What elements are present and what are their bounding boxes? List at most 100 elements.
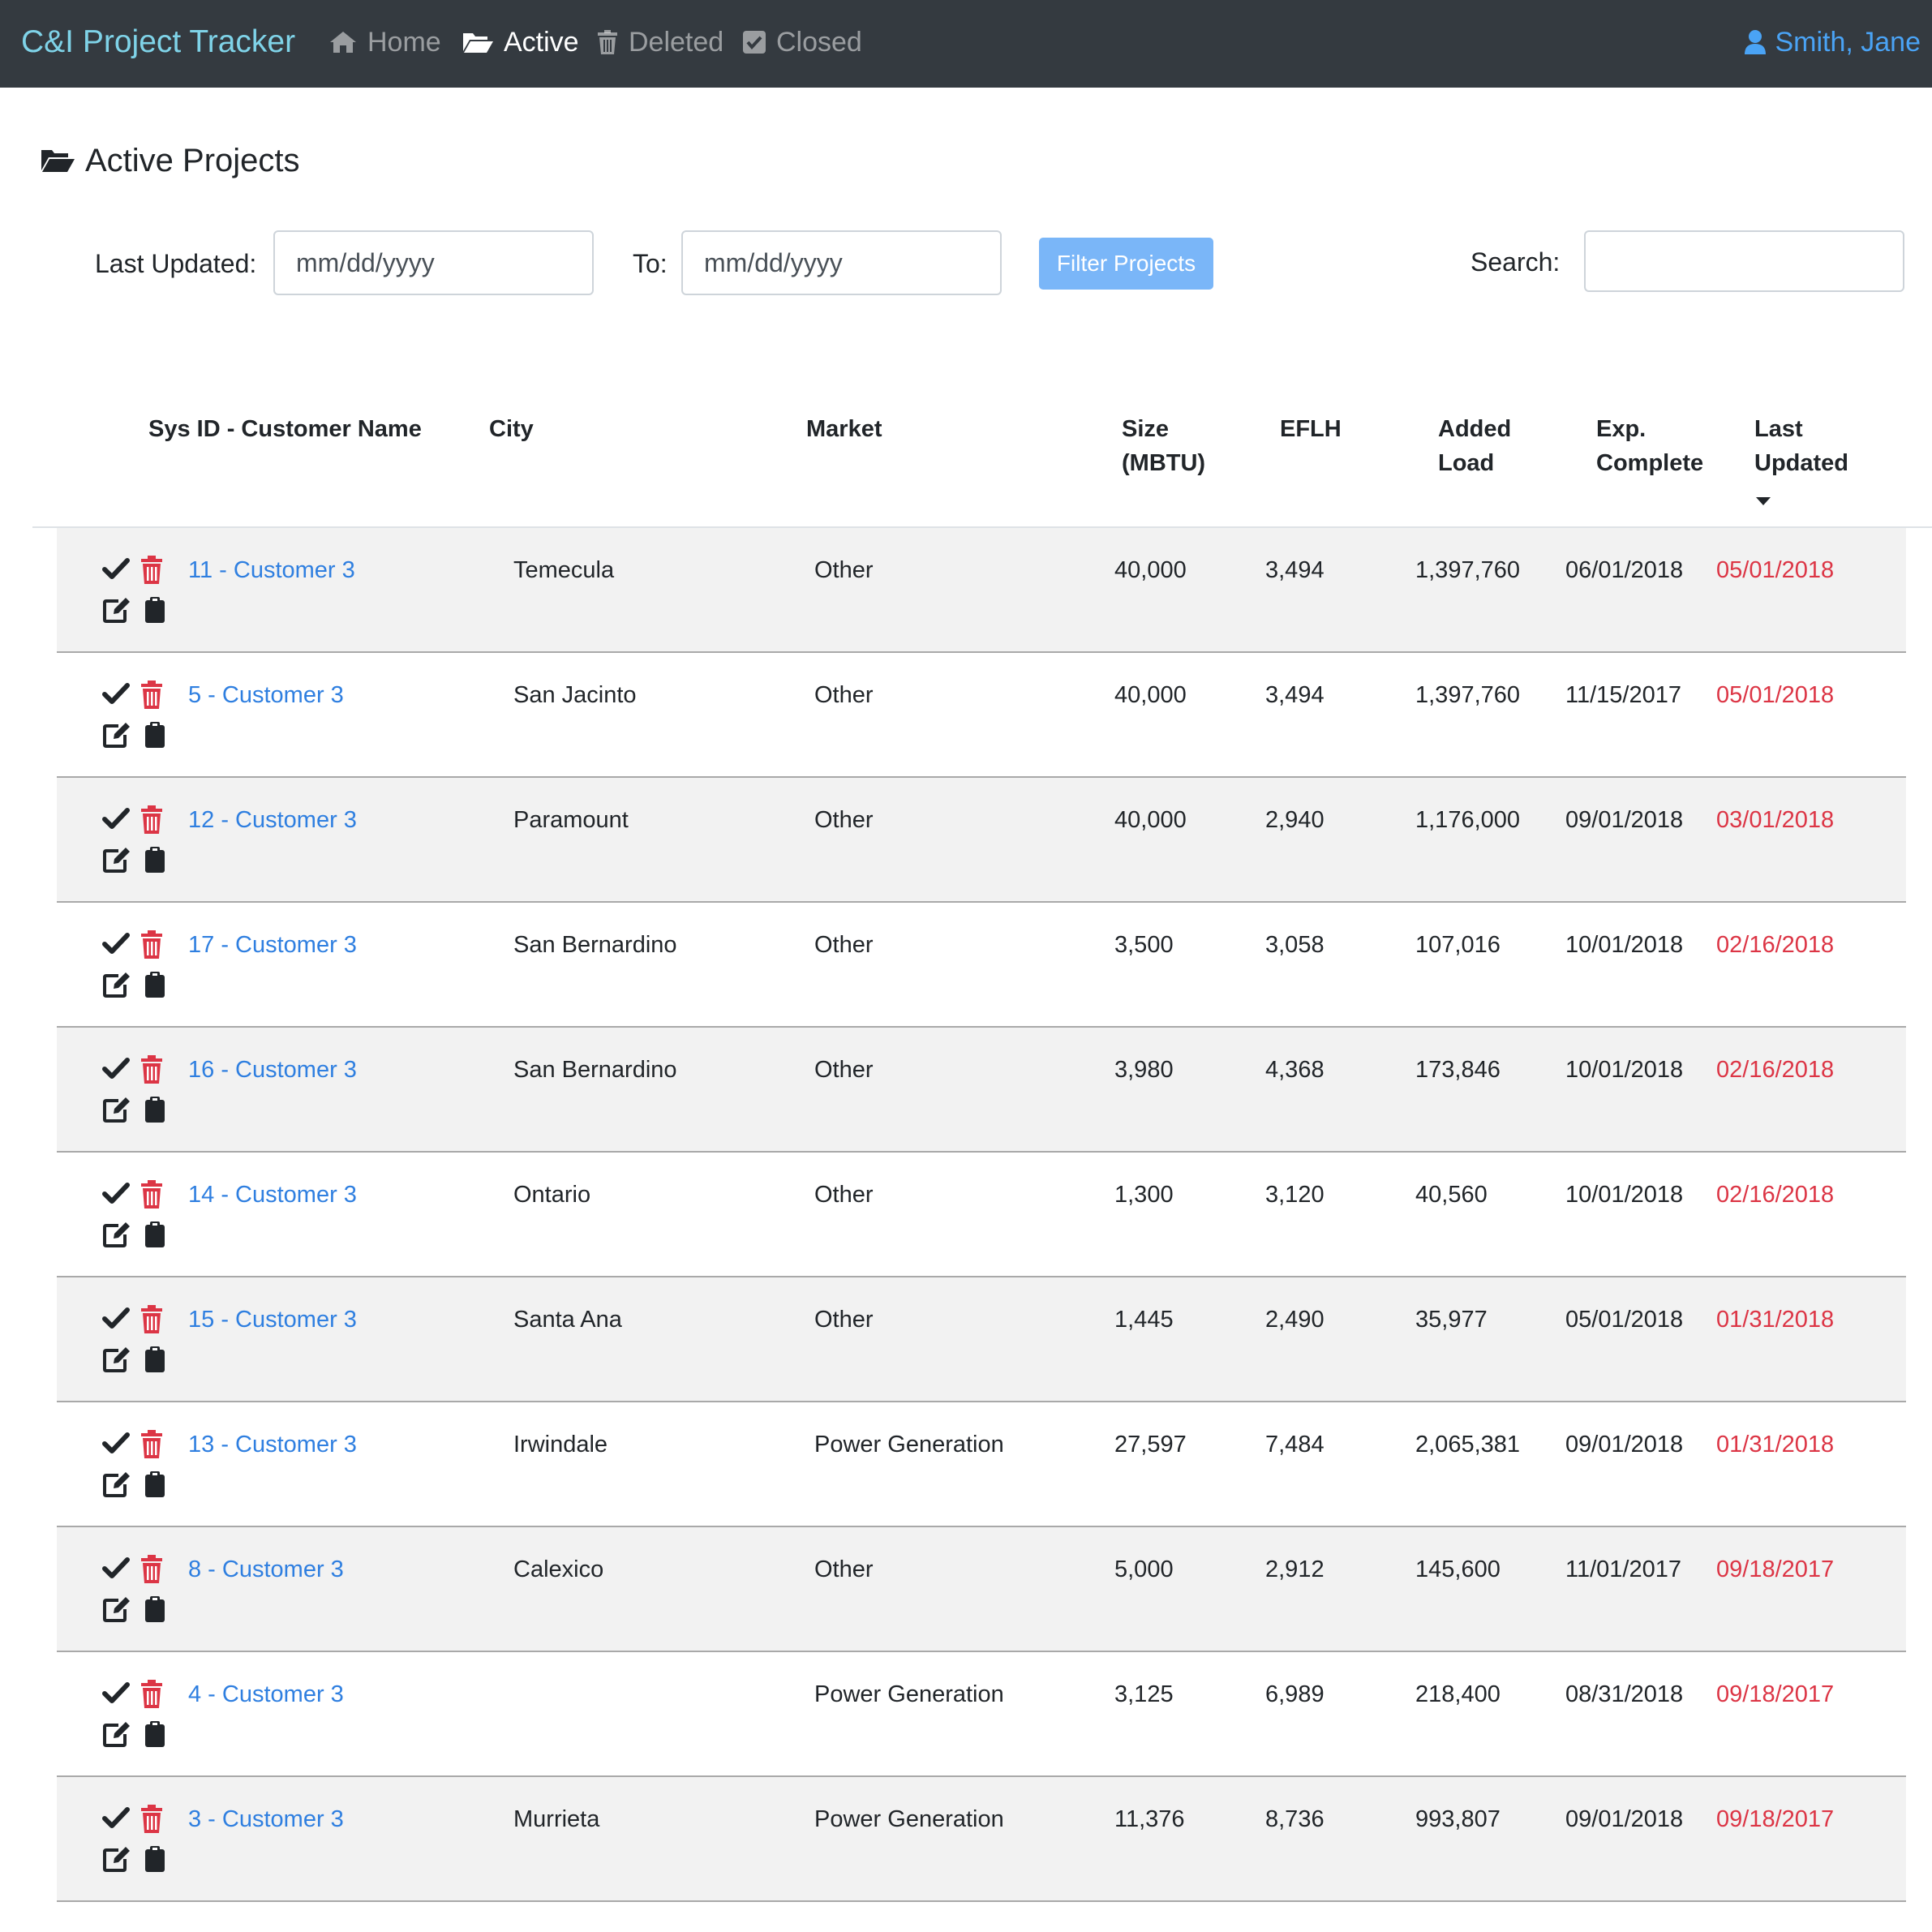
trash-icon[interactable] bbox=[140, 1305, 164, 1334]
search-input[interactable] bbox=[1584, 230, 1904, 292]
trash-icon[interactable] bbox=[140, 805, 164, 835]
edit-icon[interactable] bbox=[102, 1221, 131, 1248]
header-line: Sys ID - Customer Name bbox=[148, 416, 422, 442]
edit-icon[interactable] bbox=[102, 1346, 131, 1373]
customer-name-link[interactable]: 15 - Customer 3 bbox=[188, 1303, 357, 1336]
table-row: 3 - Customer 3 Murrieta Power Generation 11… bbox=[57, 1777, 1906, 1902]
clipboard-icon[interactable] bbox=[144, 1845, 165, 1873]
nav-deleted[interactable]: Deleted bbox=[596, 21, 723, 63]
city-cell: San Bernardino bbox=[513, 1057, 677, 1083]
exp-complete-cell: 06/01/2018 bbox=[1565, 557, 1684, 583]
header-last-updated[interactable]: Last Updated bbox=[1754, 412, 1848, 480]
sort-caret-icon[interactable] bbox=[1756, 497, 1771, 505]
header-market[interactable]: Market bbox=[806, 412, 882, 446]
trash-icon[interactable] bbox=[140, 680, 164, 710]
clipboard-icon[interactable] bbox=[144, 1470, 165, 1498]
header-sys-id-customer-name[interactable]: Sys ID - Customer Name bbox=[148, 412, 422, 446]
navbar: C&I Project Tracker Home Active Deleted … bbox=[0, 0, 1932, 88]
check-icon[interactable] bbox=[102, 1556, 130, 1581]
last-updated-cell: 05/01/2018 bbox=[1716, 557, 1835, 583]
date-from-input[interactable] bbox=[273, 230, 594, 295]
edit-icon[interactable] bbox=[102, 1845, 131, 1873]
customer-name-link[interactable]: 3 - Customer 3 bbox=[188, 1803, 344, 1835]
customer-name-link[interactable]: 12 - Customer 3 bbox=[188, 804, 357, 836]
eflh-cell: 3,058 bbox=[1265, 932, 1324, 958]
clipboard-icon[interactable] bbox=[144, 971, 165, 998]
clipboard-icon[interactable] bbox=[144, 1595, 165, 1623]
user-menu[interactable]: Smith, Jane bbox=[1744, 21, 1921, 63]
check-icon[interactable] bbox=[102, 1307, 130, 1331]
check-icon[interactable] bbox=[102, 557, 130, 582]
edit-icon[interactable] bbox=[102, 1096, 131, 1123]
header-size[interactable]: Size (MBTU) bbox=[1122, 412, 1205, 480]
check-icon[interactable] bbox=[102, 1432, 130, 1456]
edit-icon[interactable] bbox=[102, 596, 131, 624]
customer-name-link[interactable]: 11 - Customer 3 bbox=[188, 554, 355, 586]
customer-name-link[interactable]: 17 - Customer 3 bbox=[188, 929, 357, 961]
check-icon[interactable] bbox=[102, 682, 130, 706]
eflh-cell: 2,912 bbox=[1265, 1556, 1324, 1582]
filter-projects-button[interactable]: Filter Projects bbox=[1039, 238, 1213, 290]
edit-icon[interactable] bbox=[102, 1470, 131, 1498]
customer-name-link[interactable]: 4 - Customer 3 bbox=[188, 1678, 344, 1711]
trash-icon[interactable] bbox=[140, 930, 164, 960]
trash-icon[interactable] bbox=[140, 1180, 164, 1209]
last-updated-cell: 02/16/2018 bbox=[1716, 1182, 1835, 1208]
check-icon[interactable] bbox=[102, 932, 130, 956]
trash-icon[interactable] bbox=[140, 1430, 164, 1459]
edit-icon[interactable] bbox=[102, 971, 131, 998]
edit-icon[interactable] bbox=[102, 1720, 131, 1748]
header-city[interactable]: City bbox=[489, 412, 534, 446]
to-label: To: bbox=[633, 249, 668, 278]
trash-icon[interactable] bbox=[140, 1555, 164, 1584]
nav-active[interactable]: Active bbox=[462, 21, 579, 63]
exp-complete-cell: 09/01/2018 bbox=[1565, 807, 1684, 833]
exp-complete-cell: 05/01/2018 bbox=[1565, 1307, 1684, 1333]
clipboard-icon[interactable] bbox=[144, 1720, 165, 1748]
header-eflh[interactable]: EFLH bbox=[1280, 412, 1342, 446]
check-icon[interactable] bbox=[102, 1681, 130, 1706]
clipboard-icon[interactable] bbox=[144, 1096, 165, 1123]
check-icon[interactable] bbox=[102, 1182, 130, 1206]
nav-home-label: Home bbox=[367, 26, 441, 58]
clipboard-icon[interactable] bbox=[144, 596, 165, 624]
clipboard-icon[interactable] bbox=[144, 721, 165, 749]
eflh-cell: 6,989 bbox=[1265, 1681, 1324, 1707]
header-line: (MBTU) bbox=[1122, 450, 1206, 476]
edit-icon[interactable] bbox=[102, 1595, 131, 1623]
eflh-cell: 2,490 bbox=[1265, 1307, 1324, 1333]
nav-closed[interactable]: Closed bbox=[742, 21, 862, 63]
clipboard-icon[interactable] bbox=[144, 1221, 165, 1248]
eflh-cell: 8,736 bbox=[1265, 1806, 1324, 1832]
last-updated-label: Last Updated: bbox=[95, 249, 257, 278]
added-load-cell: 35,977 bbox=[1415, 1307, 1488, 1333]
brand-logo[interactable]: C&I Project Tracker bbox=[21, 21, 295, 63]
customer-name-link[interactable]: 13 - Customer 3 bbox=[188, 1428, 357, 1461]
check-icon[interactable] bbox=[102, 1057, 130, 1081]
city-cell: Paramount bbox=[513, 807, 629, 833]
trash-icon[interactable] bbox=[140, 1805, 164, 1834]
added-load-cell: 40,560 bbox=[1415, 1182, 1488, 1208]
check-square-icon bbox=[743, 31, 766, 54]
date-to-input[interactable] bbox=[681, 230, 1002, 295]
clipboard-icon[interactable] bbox=[144, 846, 165, 874]
check-icon[interactable] bbox=[102, 807, 130, 831]
edit-icon[interactable] bbox=[102, 846, 131, 874]
edit-icon[interactable] bbox=[102, 721, 131, 749]
clipboard-icon[interactable] bbox=[144, 1346, 165, 1373]
customer-name-link[interactable]: 5 - Customer 3 bbox=[188, 679, 344, 711]
nav-deleted-label: Deleted bbox=[629, 26, 724, 58]
size-cell: 11,376 bbox=[1114, 1806, 1185, 1832]
trash-icon[interactable] bbox=[140, 1055, 164, 1084]
eflh-cell: 3,494 bbox=[1265, 557, 1324, 583]
trash-icon bbox=[598, 30, 617, 54]
check-icon[interactable] bbox=[102, 1806, 130, 1831]
nav-home[interactable]: Home bbox=[328, 21, 441, 63]
header-added-load[interactable]: Added Load bbox=[1438, 412, 1511, 480]
header-exp-complete[interactable]: Exp. Complete bbox=[1596, 412, 1703, 480]
customer-name-link[interactable]: 8 - Customer 3 bbox=[188, 1553, 344, 1586]
trash-icon[interactable] bbox=[140, 556, 164, 585]
trash-icon[interactable] bbox=[140, 1680, 164, 1709]
customer-name-link[interactable]: 16 - Customer 3 bbox=[188, 1054, 357, 1086]
customer-name-link[interactable]: 14 - Customer 3 bbox=[188, 1179, 357, 1211]
